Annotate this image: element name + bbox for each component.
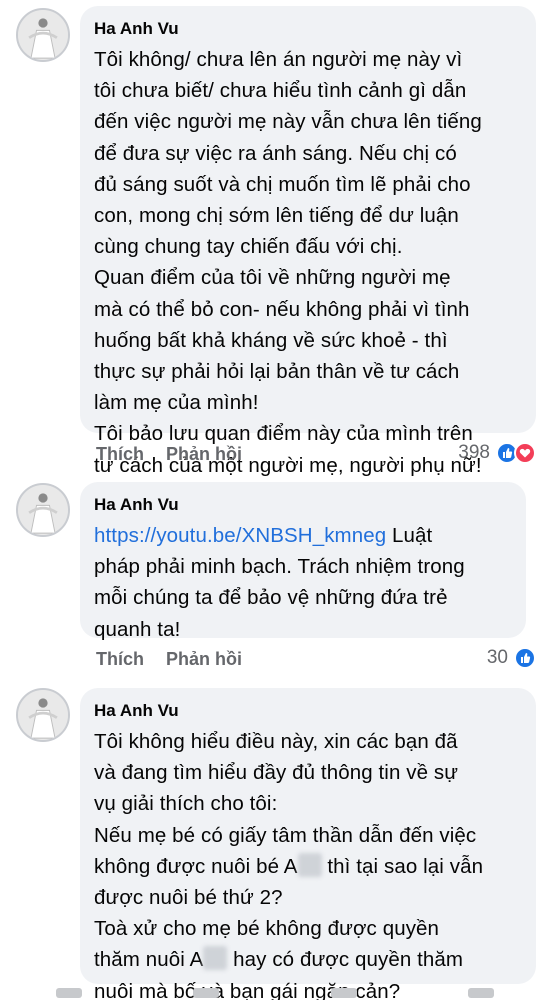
like-button[interactable]: Thích — [96, 649, 144, 670]
reply-button[interactable]: Phản hồi — [166, 444, 242, 465]
comment-text: Tôi không hiểu điều này, xin các bạn đã … — [94, 726, 520, 1000]
redacted-name-blur — [297, 852, 322, 877]
comment-bubble: Ha Anh Vu Tôi không/ chưa lên án người m… — [80, 6, 536, 477]
comment-bubble: Ha Anh Vu https://youtu.be/XNBSH_kmneg L… — [80, 482, 526, 641]
comment-actions: Thích Phản hồi — [96, 649, 242, 670]
like-icon — [514, 647, 536, 669]
like-button[interactable]: Thích — [96, 444, 144, 465]
comment-author[interactable]: Ha Anh Vu — [94, 18, 520, 40]
comment-text: https://youtu.be/XNBSH_kmneg Luật pháp p… — [94, 520, 510, 645]
reaction-summary[interactable]: 398 — [458, 442, 536, 464]
comment-author[interactable]: Ha Anh Vu — [94, 700, 520, 722]
user-photo-icon — [18, 690, 68, 740]
user-photo-icon — [18, 10, 68, 60]
comment-author[interactable]: Ha Anh Vu — [94, 494, 510, 516]
reply-button[interactable]: Phản hồi — [166, 649, 242, 670]
toolbar-icon[interactable] — [55, 988, 82, 998]
reaction-count: 30 — [486, 647, 508, 668]
redacted-name-blur — [203, 946, 228, 971]
comment-bubble: Ha Anh Vu Tôi không hiểu điều này, xin c… — [80, 688, 536, 1000]
toolbar-icon[interactable] — [193, 988, 220, 998]
reaction-count: 398 — [458, 442, 490, 463]
toolbar-icon[interactable] — [468, 988, 495, 998]
avatar[interactable] — [16, 483, 70, 537]
user-photo-icon — [18, 485, 68, 535]
comment-actions: Thích Phản hồi — [96, 444, 242, 465]
avatar[interactable] — [16, 688, 70, 742]
avatar[interactable] — [16, 8, 70, 62]
comment-text: Tôi không/ chưa lên án người mẹ này vì t… — [94, 48, 482, 477]
video-link[interactable]: https://youtu.be/XNBSH_kmneg — [94, 524, 386, 547]
reaction-summary[interactable]: 30 — [487, 647, 536, 669]
toolbar-icon[interactable] — [330, 988, 357, 998]
love-icon — [514, 442, 536, 464]
cropped-bottom-toolbar — [0, 986, 550, 1000]
